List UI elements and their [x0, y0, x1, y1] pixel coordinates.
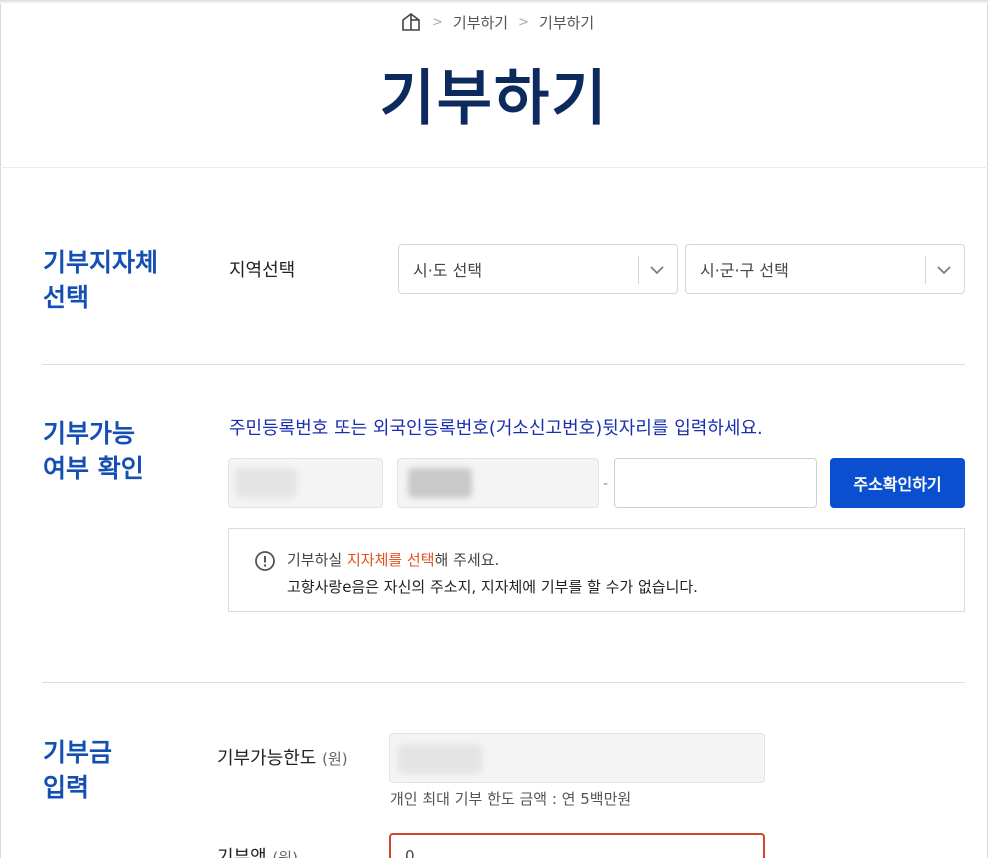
warning-circle-icon [254, 550, 276, 572]
home-icon[interactable] [400, 11, 422, 33]
id-back-input[interactable] [614, 458, 817, 508]
limit-unit: (원) [322, 750, 348, 768]
id-instruction: 주민등록번호 또는 외국인등록번호(거소신고번호)뒷자리를 입력하세요. [229, 418, 763, 439]
amount-label: 기부액 (원) [217, 843, 298, 858]
breadcrumb-item[interactable]: 기부하기 [539, 12, 594, 33]
address-check-button[interactable]: 주소확인하기 [830, 458, 965, 508]
eligibility-section-title-line1: 기부가능 [43, 419, 136, 448]
region-section-title: 기부지자체 선택 [43, 245, 158, 315]
region-label: 지역선택 [229, 260, 296, 281]
id-front-field[interactable] [228, 458, 383, 508]
breadcrumb-separator: > [432, 14, 443, 30]
amount-section-title-line2: 입력 [43, 773, 90, 802]
region-section-title-line1: 기부지자체 [43, 248, 159, 277]
region-section-title-line2: 선택 [43, 283, 90, 312]
eligibility-section-title-line2: 여부 확인 [43, 454, 144, 483]
limit-label-text: 기부가능한도 [217, 748, 317, 769]
top-shadow [0, 0, 988, 4]
district-select[interactable]: 시·군·구 선택 [685, 244, 965, 294]
notice-prefix: 기부하실 [287, 551, 347, 569]
breadcrumb-item[interactable]: 기부하기 [453, 12, 508, 33]
limit-note: 개인 최대 기부 한도 금액 : 연 5백만원 [390, 790, 632, 808]
notice-box: 기부하실 지자체를 선택해 주세요. 고향사랑e음은 자신의 주소지, 지자체에… [228, 528, 965, 612]
amount-unit: (원) [272, 849, 298, 858]
amount-input[interactable]: 0 [389, 833, 765, 858]
section-divider [42, 364, 965, 365]
district-select-value: 시·군·구 선택 [700, 261, 789, 280]
select-divider [925, 256, 926, 284]
chevron-down-icon[interactable] [647, 260, 667, 280]
amount-section-title-line1: 기부금 [43, 738, 113, 767]
notice-highlight: 지자체를 선택 [346, 551, 435, 569]
amount-value: 0 [405, 847, 415, 858]
chevron-down-icon[interactable] [934, 260, 954, 280]
section-divider [42, 682, 965, 683]
masked-value [398, 744, 482, 774]
amount-label-text: 기부액 [217, 847, 267, 858]
province-select-value: 시·도 선택 [413, 261, 483, 280]
page-title: 기부하기 [379, 64, 609, 134]
notice-line1: 기부하실 지자체를 선택해 주세요. [287, 549, 499, 570]
eligibility-section-title: 기부가능 여부 확인 [43, 416, 144, 486]
select-divider [638, 256, 639, 284]
limit-field [389, 733, 765, 783]
breadcrumb-separator: > [518, 14, 530, 30]
masked-value [235, 468, 297, 498]
amount-section-title: 기부금 입력 [43, 735, 112, 805]
province-select[interactable]: 시·도 선택 [398, 244, 678, 294]
limit-label: 기부가능한도 (원) [217, 744, 348, 770]
header-divider [0, 167, 988, 168]
id-gender-field[interactable] [397, 458, 599, 508]
masked-value [408, 468, 472, 498]
notice-line2: 고향사랑e음은 자신의 주소지, 지자체에 기부를 할 수가 없습니다. [287, 578, 698, 596]
notice-suffix: 해 주세요. [434, 551, 500, 569]
id-separator: - [603, 476, 609, 492]
breadcrumb: > 기부하기 > 기부하기 [400, 11, 594, 33]
